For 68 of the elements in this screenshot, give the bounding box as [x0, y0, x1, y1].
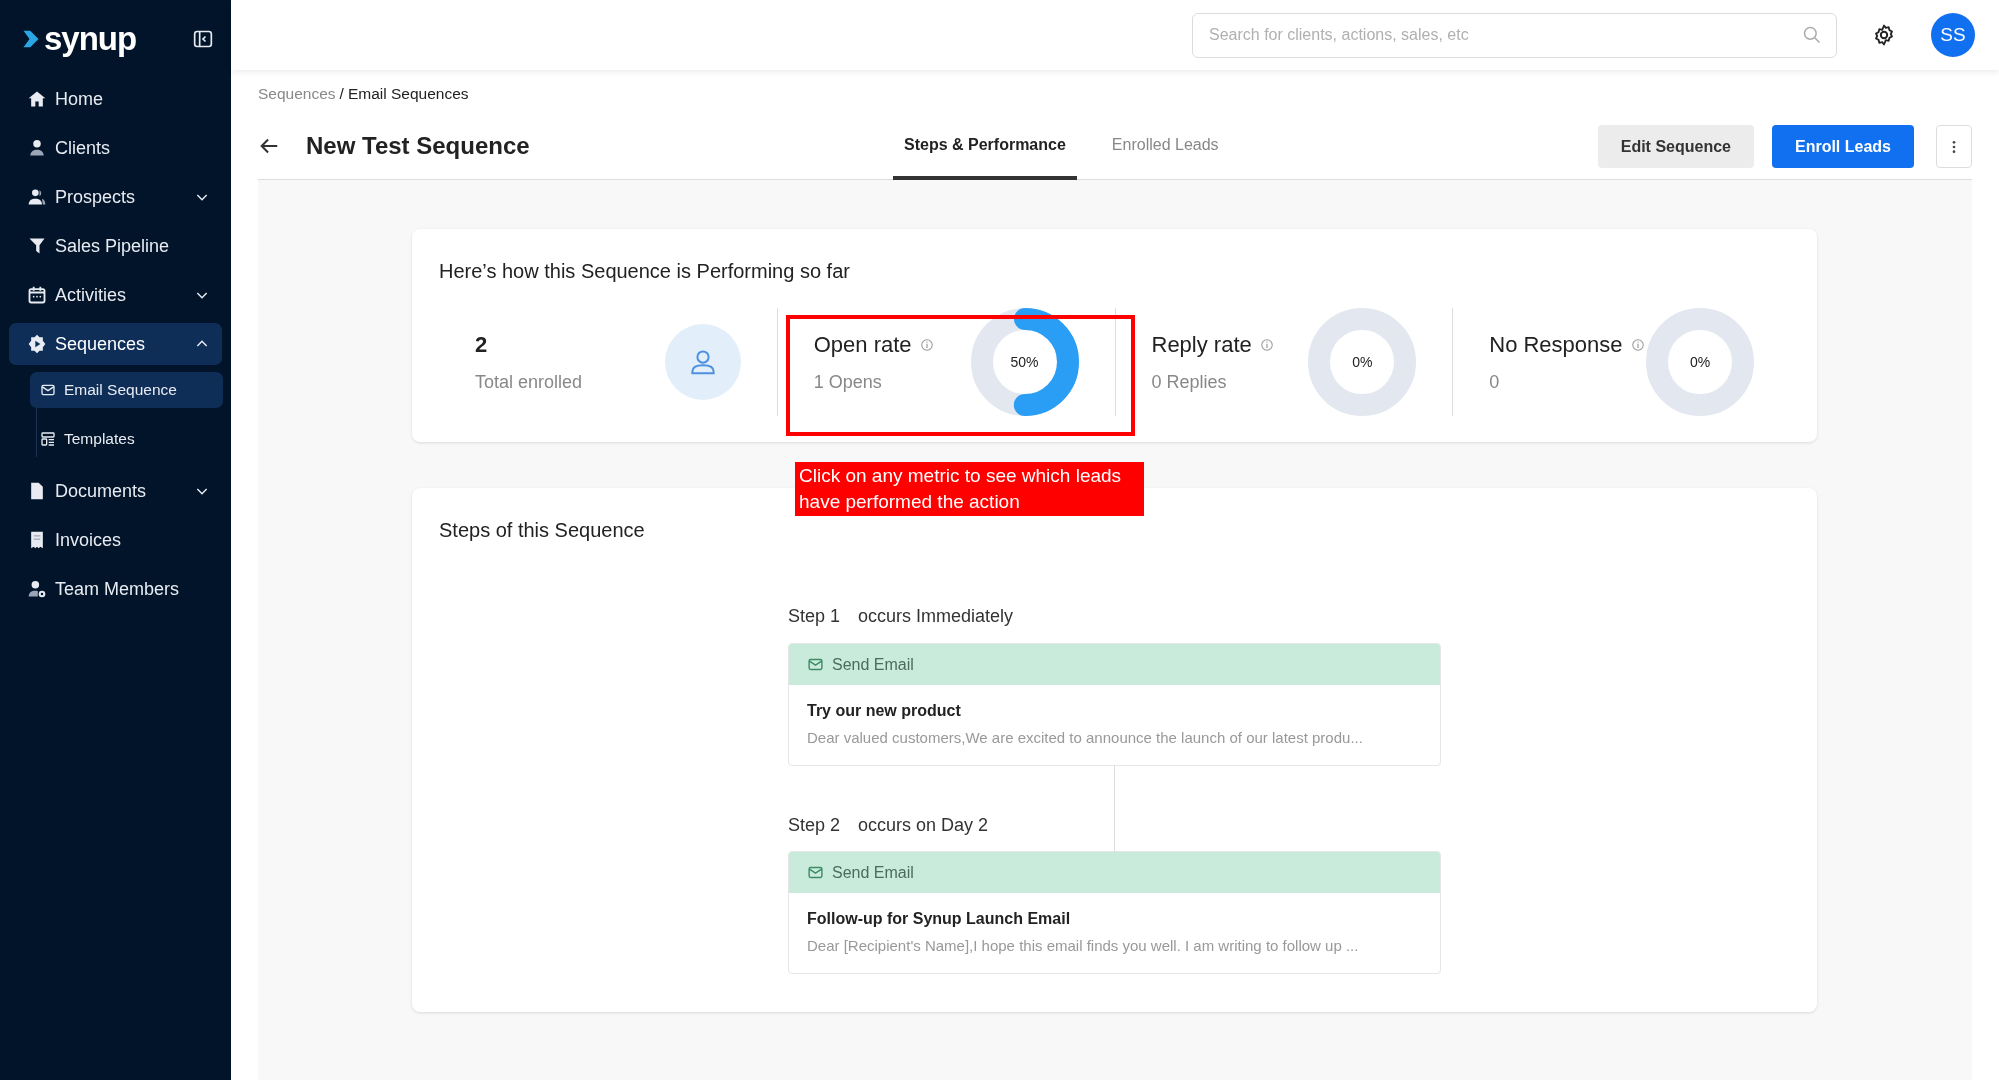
sidebar-toggle-icon[interactable] [193, 29, 213, 49]
nav-item[interactable]: Clients [9, 127, 222, 169]
page-title: New Test Sequence [306, 132, 530, 161]
metric[interactable]: Reply rate 0 Replies 0% [1114, 308, 1453, 416]
step-label: Step 1 [788, 605, 841, 628]
settings-icon[interactable] [1872, 23, 1896, 47]
metric-detail: 0 Replies [1151, 371, 1228, 394]
search-icon [1802, 25, 1822, 45]
email-step-card[interactable]: Send Email Follow-up for Synup Launch Email Dear [Recipient's Name],I hope this email finds you well. I am writing to follow up ... [788, 851, 1441, 974]
people-icon [27, 187, 47, 207]
tab[interactable]: Enrolled Leads [1100, 113, 1230, 180]
nav-item[interactable]: Invoices [9, 519, 222, 561]
breadcrumb-link[interactable]: Sequences [258, 82, 336, 114]
user-avatar[interactable]: SS [1931, 13, 1975, 57]
nav-item[interactable]: Team Members [9, 568, 222, 610]
metric[interactable]: 2 Total enrolled [439, 308, 777, 416]
card-title: Here’s how this Sequence is Performing so far [439, 259, 851, 284]
search-field[interactable]: Search for clients, actions, sales, etc [1192, 12, 1837, 58]
nav-item[interactable]: Sequences [9, 323, 222, 365]
calendar-icon [27, 285, 47, 305]
template-icon [40, 431, 56, 447]
home-icon [27, 89, 47, 109]
brand-name: synup [44, 19, 137, 60]
envelope-icon [807, 656, 824, 673]
breadcrumb-separator: / [339, 84, 344, 104]
donut-reading: 0% [1688, 353, 1712, 372]
email-preview: Dear valued customers,We are excited to announce the launch of our latest produ... [807, 728, 1364, 748]
email-preview: Dear [Recipient's Name],I hope this email finds you well. I am writing to follow up ... [807, 936, 1360, 956]
metric[interactable]: Open rate 1 Opens 50% [776, 308, 1115, 416]
envelope-icon [807, 864, 824, 881]
info-icon [1259, 337, 1274, 352]
enroll-button[interactable]: Enroll Leads [1771, 125, 1914, 168]
card-title: Steps of this Sequence [439, 518, 646, 543]
envelope-icon [40, 382, 56, 398]
metric-label: Total enrolled [475, 371, 584, 394]
donut-reading: 50% [1009, 353, 1040, 372]
annotation-callout: Click on any metric to see which leads have performed the action [795, 462, 1144, 516]
step-timing: occurs on Day 2 [858, 814, 989, 837]
nav-subitem[interactable]: Templates [30, 421, 223, 457]
user-settings-icon [27, 579, 47, 599]
breadcrumb-current: Email Sequences [347, 84, 469, 104]
step-action: Send Email [832, 654, 914, 675]
donut-reading: 0% [1351, 353, 1374, 372]
step-label: Step 2 [788, 814, 841, 837]
metric-title: No Response [1489, 331, 1623, 359]
nav-subitem[interactable]: Email Sequence [30, 372, 223, 408]
nav-item[interactable]: Home [9, 78, 222, 120]
search-input[interactable]: Search for clients, actions, sales, etc [1207, 22, 1802, 48]
step-action: Send Email [832, 862, 914, 883]
metric[interactable]: No Response 0 0% [1452, 308, 1790, 416]
step-timing: occurs Immediately [858, 605, 1014, 628]
gear-icon [27, 334, 47, 354]
info-icon [919, 337, 934, 352]
metric-title: Reply rate [1151, 331, 1252, 359]
metric-value: 2 [475, 331, 489, 359]
metric-detail: 0 [1489, 371, 1501, 394]
nav-item[interactable]: Activities [9, 274, 222, 316]
email-subject: Try our new product [807, 701, 962, 721]
nav-item[interactable]: Prospects [9, 176, 222, 218]
email-step-card[interactable]: Send Email Try our new product Dear valued customers,We are excited to announce the launch of our latest produ... [788, 643, 1441, 766]
person-icon [27, 138, 47, 158]
metric-title: Open rate [813, 331, 912, 359]
metric-detail: 1 Opens [813, 371, 883, 394]
nav-item[interactable]: Sales Pipeline [9, 225, 222, 267]
email-subject: Follow-up for Synup Launch Email [807, 909, 1072, 929]
nav-item[interactable]: Documents [9, 470, 222, 512]
edit-button[interactable]: Edit Sequence [1597, 125, 1754, 168]
info-icon [1630, 337, 1645, 352]
